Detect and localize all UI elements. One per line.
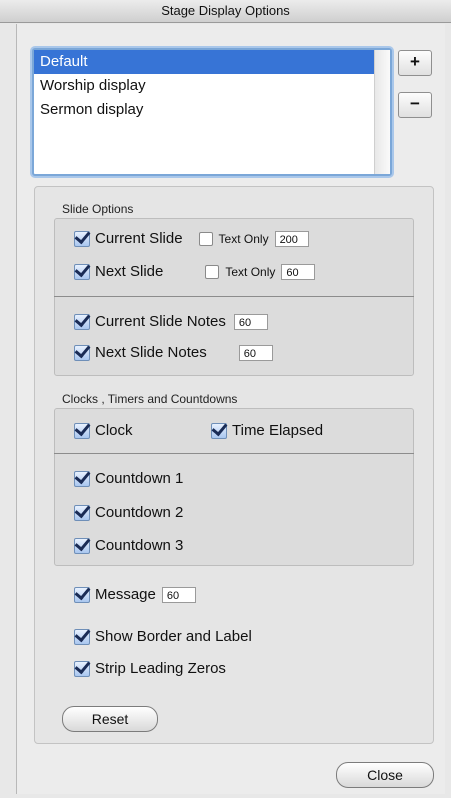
- list-scrollbar[interactable]: [374, 50, 390, 174]
- list-item[interactable]: Default: [34, 50, 390, 74]
- next-slide-notes-row: Next Slide Notes 60: [74, 344, 273, 361]
- current-slide-notes-row: Current Slide Notes 60: [74, 313, 268, 330]
- text-only-label: Text Only: [218, 231, 269, 246]
- time-elapsed-row: Time Elapsed: [211, 422, 323, 439]
- current-slide-notes-checkbox[interactable]: [74, 313, 90, 330]
- countdown-1-checkbox[interactable]: [74, 470, 90, 487]
- message-label: Message: [95, 586, 156, 603]
- message-size-field[interactable]: 60: [161, 586, 196, 603]
- next-slide-label: Next Slide: [95, 263, 164, 280]
- show-border-label: Show Border and Label: [95, 628, 252, 645]
- add-display-button[interactable]: +: [398, 50, 432, 76]
- time-elapsed-checkbox[interactable]: [211, 422, 227, 439]
- show-border-row: Show Border and Label: [74, 628, 252, 645]
- reset-button[interactable]: Reset: [62, 706, 158, 732]
- current-slide-notes-label: Current Slide Notes: [95, 313, 226, 330]
- countdown-2-row: Countdown 2: [74, 504, 183, 521]
- message-checkbox[interactable]: [74, 586, 90, 603]
- current-slide-checkbox[interactable]: [74, 230, 90, 247]
- next-slide-checkbox[interactable]: [74, 263, 90, 280]
- countdown-3-checkbox[interactable]: [74, 537, 90, 554]
- divider: [54, 453, 414, 454]
- countdown-1-label: Countdown 1: [95, 470, 184, 487]
- text-only-label: Text Only: [225, 264, 276, 279]
- countdown-1-row: Countdown 1: [74, 470, 183, 487]
- message-row: Message 60: [74, 586, 196, 603]
- next-slide-size-field[interactable]: 60: [281, 263, 316, 280]
- remove-display-button[interactable]: −: [398, 92, 432, 118]
- clock-label: Clock: [95, 422, 133, 439]
- next-slide-row: Next Slide Text Only 60: [74, 263, 316, 280]
- strip-zeros-checkbox[interactable]: [74, 660, 90, 677]
- list-item[interactable]: Worship display: [34, 74, 390, 98]
- countdown-2-label: Countdown 2: [95, 504, 184, 521]
- list-item[interactable]: Sermon display: [34, 98, 390, 122]
- clock-row: Clock: [74, 422, 133, 439]
- close-button[interactable]: Close: [336, 762, 434, 788]
- next-slide-notes-label: Next Slide Notes: [95, 344, 207, 361]
- next-slide-notes-size-field[interactable]: 60: [238, 344, 273, 361]
- slide-options-heading: Slide Options: [62, 202, 134, 216]
- countdown-2-checkbox[interactable]: [74, 504, 90, 521]
- current-slide-row: Current Slide Text Only 200: [74, 230, 309, 247]
- strip-zeros-label: Strip Leading Zeros: [95, 660, 226, 677]
- strip-zeros-row: Strip Leading Zeros: [74, 660, 226, 677]
- show-border-checkbox[interactable]: [74, 628, 90, 645]
- next-slide-notes-checkbox[interactable]: [74, 344, 90, 361]
- time-elapsed-label: Time Elapsed: [232, 422, 324, 439]
- countdown-3-label: Countdown 3: [95, 537, 184, 554]
- countdown-3-row: Countdown 3: [74, 537, 183, 554]
- current-slide-label: Current Slide: [95, 230, 183, 247]
- next-slide-text-only-checkbox[interactable]: [205, 264, 220, 279]
- display-list[interactable]: Default Worship display Sermon display: [32, 48, 392, 176]
- current-slide-notes-size-field[interactable]: 60: [233, 313, 268, 330]
- current-slide-size-field[interactable]: 200: [274, 230, 309, 247]
- current-slide-text-only-checkbox[interactable]: [198, 231, 213, 246]
- clock-checkbox[interactable]: [74, 422, 90, 439]
- divider: [54, 296, 414, 297]
- clocks-heading: Clocks , Timers and Countdowns: [62, 392, 238, 406]
- window-title: Stage Display Options: [0, 0, 451, 23]
